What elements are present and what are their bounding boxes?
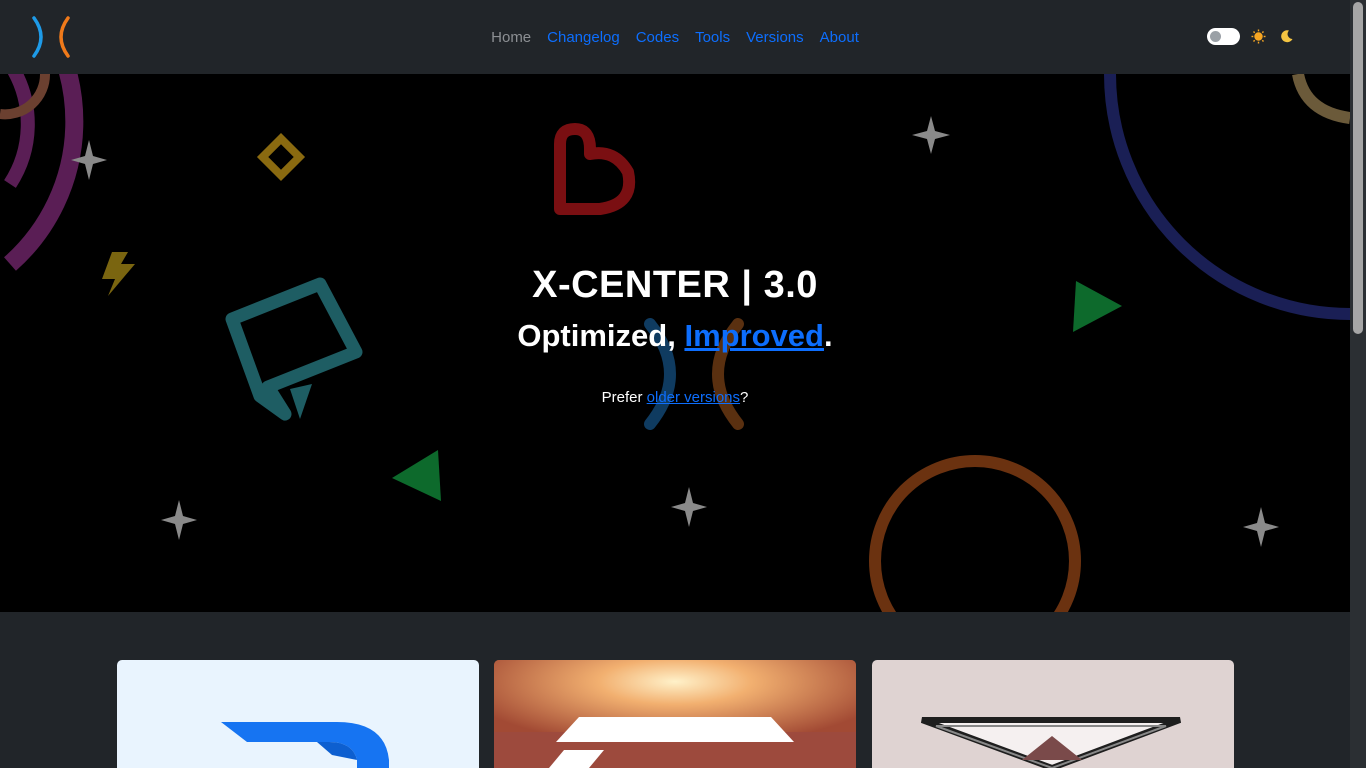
scrollbar-thumb[interactable]	[1353, 2, 1363, 334]
older-versions-link[interactable]: older versions	[647, 389, 740, 406]
nav-link-versions[interactable]: Versions	[738, 29, 812, 46]
hero-subtitle-suffix: .	[823, 318, 833, 353]
older-versions-prompt: Prefer older versions?	[0, 389, 1350, 406]
hero-title: X-CENTER | 3.0	[532, 264, 818, 306]
nav-link-codes[interactable]: Codes	[628, 29, 687, 46]
feature-card-1[interactable]	[117, 660, 479, 768]
nav-link-home[interactable]: Home	[483, 29, 539, 46]
theme-toggle-switch[interactable]	[1207, 28, 1240, 45]
hero-banner: X-CENTER | 3.0 Optimized, Improved. Pref…	[0, 74, 1350, 612]
blue-app-logo-icon	[221, 722, 389, 768]
nav-link-about[interactable]: About	[812, 29, 867, 46]
feature-card-3[interactable]	[872, 660, 1234, 768]
nav-link-changelog[interactable]: Changelog	[539, 29, 628, 46]
feature-card-2[interactable]	[494, 660, 856, 768]
nav-links: Home Changelog Codes Tools Versions Abou…	[0, 0, 1350, 74]
toggle-knob	[1210, 31, 1221, 42]
hero-subtitle-prefix: Optimized,	[517, 318, 685, 353]
hero-subtitle: Optimized, Improved.	[0, 318, 1350, 354]
prefer-prefix: Prefer	[601, 389, 647, 406]
sunset-landscape-logo-icon	[494, 660, 856, 768]
prefer-suffix: ?	[740, 389, 749, 406]
page: Home Changelog Codes Tools Versions Abou…	[0, 0, 1366, 768]
moon-icon	[1279, 29, 1294, 44]
page-scrollbar[interactable]	[1350, 0, 1366, 768]
mountain-triangle-logo-icon	[920, 717, 1182, 768]
navbar: Home Changelog Codes Tools Versions Abou…	[0, 0, 1350, 74]
hero-text: X-CENTER | 3.0 Optimized, Improved. Pref…	[0, 74, 1350, 612]
sun-icon	[1251, 29, 1266, 44]
nav-link-tools[interactable]: Tools	[687, 29, 738, 46]
improved-link[interactable]: Improved	[684, 318, 824, 353]
